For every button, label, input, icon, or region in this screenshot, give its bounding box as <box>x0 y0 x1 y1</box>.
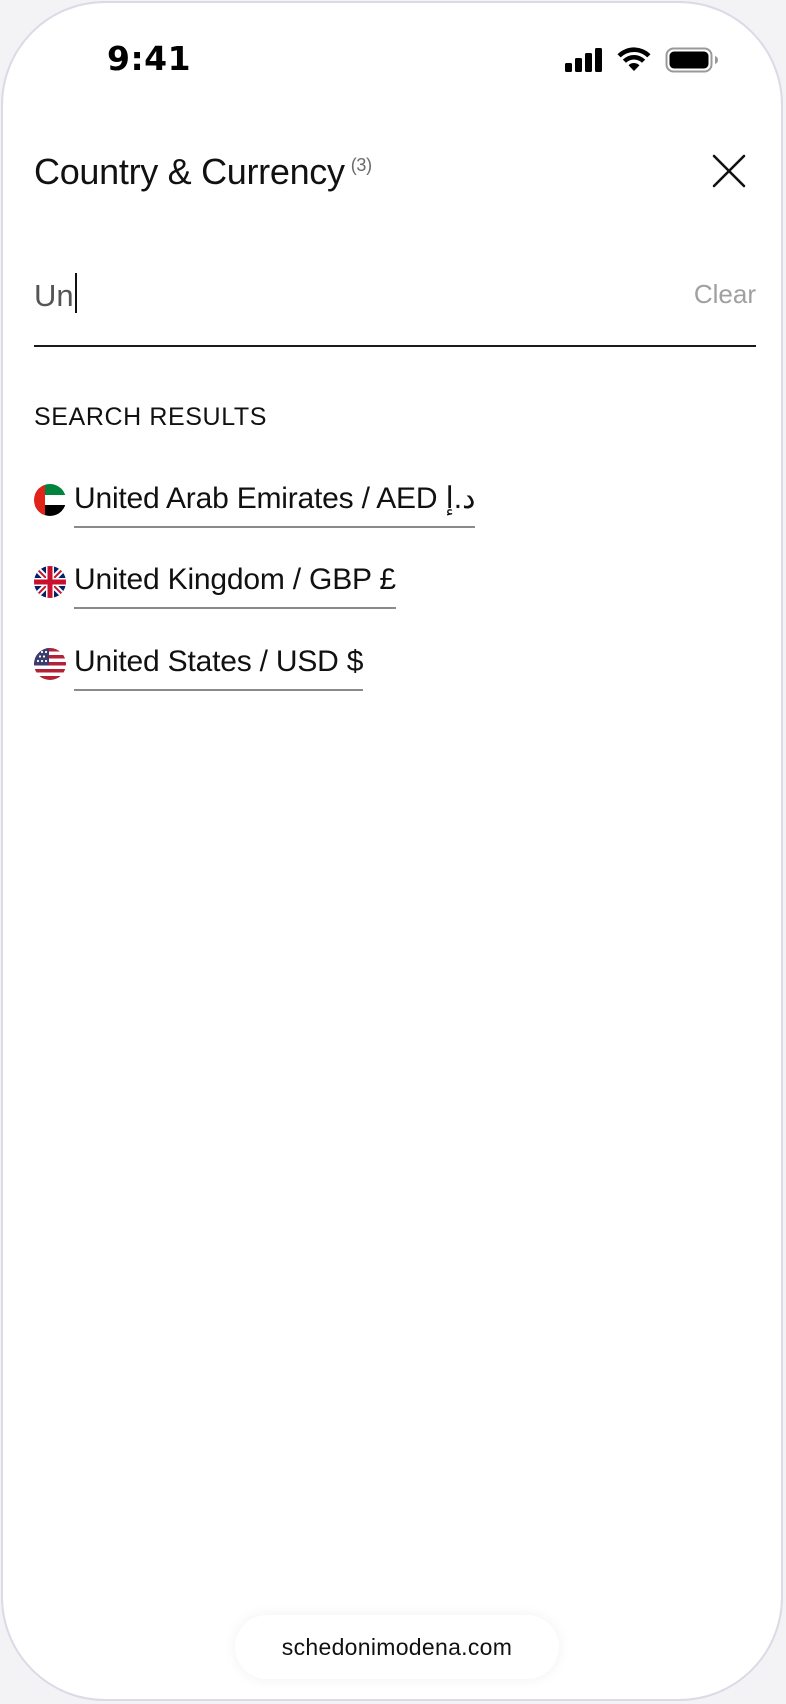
signal-icon <box>565 48 602 72</box>
clear-button[interactable]: Clear <box>694 279 756 310</box>
close-button[interactable] <box>711 153 747 189</box>
uae-flag-icon <box>34 484 66 516</box>
wifi-icon <box>617 47 651 71</box>
uk-flag-icon <box>34 566 66 598</box>
page-title-text: Country & Currency <box>34 151 345 192</box>
results-heading: SEARCH RESULTS <box>34 403 267 431</box>
url-bar[interactable]: schedonimodena.com <box>235 1615 559 1679</box>
result-label: United States / USD $ <box>74 645 363 691</box>
text-cursor <box>75 273 77 313</box>
result-item-us[interactable]: United States / USD $ <box>34 627 754 709</box>
us-flag-icon <box>34 648 66 680</box>
status-icons <box>565 47 719 73</box>
result-item-uae[interactable]: United Arab Emirates / AED د.إ <box>34 463 754 545</box>
result-item-uk[interactable]: United Kingdom / GBP £ <box>34 545 754 627</box>
results-list: United Arab Emirates / AED د.إ United Ki… <box>34 463 754 709</box>
close-icon <box>712 154 746 188</box>
results-count: (3) <box>350 155 372 175</box>
search-field: Clear <box>34 263 756 347</box>
phone-screen: 9:41 Country & Currency (3) Un Clear SEA… <box>1 1 783 1701</box>
page-title: Country & Currency (3) <box>34 151 372 193</box>
search-input[interactable] <box>34 269 594 323</box>
result-label: United Arab Emirates / AED د.إ <box>74 481 476 528</box>
status-time: 9:41 <box>107 39 192 78</box>
result-label: United Kingdom / GBP £ <box>74 563 396 609</box>
battery-icon <box>665 47 718 73</box>
